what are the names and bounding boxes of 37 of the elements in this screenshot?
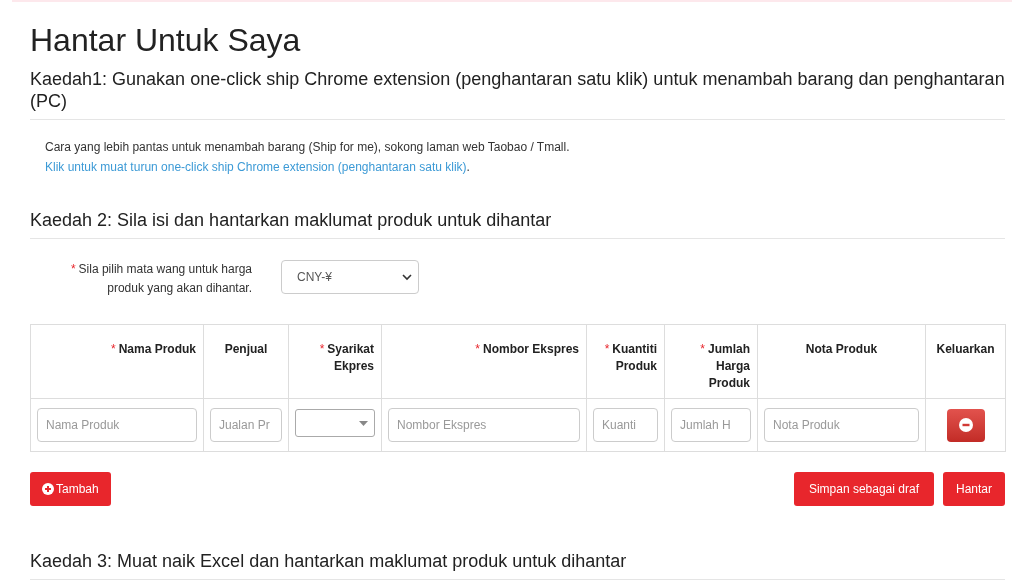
description-text: Cara yang lebih pantas untuk menambah barang (Ship for me), sokong laman web Taobao / Tmall. Klik untuk muat turun one-click ship Chrome extension (penghantaran satu klik). <box>30 137 1005 177</box>
column-header: Keluarkan <box>936 342 995 356</box>
required-mark: * <box>319 342 325 356</box>
text-field[interactable]: Kuanti <box>593 408 658 442</box>
section-heading: Kaedah 3: Muat naik Excel dan hantarkan maklumat produk untuk dihantar <box>30 550 1005 580</box>
column-header: Jumlah Harga Produk <box>708 342 750 390</box>
currency-select[interactable]: CNY-¥ <box>281 260 419 294</box>
dropdown-arrow-icon <box>359 420 368 426</box>
required-mark: * <box>700 342 705 356</box>
currency-label: * Sila pilih mata wang untuk harga produk yang akan dihantar. <box>69 261 252 297</box>
required-mark: * <box>70 262 76 276</box>
column-header: Nota Produk <box>805 342 878 356</box>
select-field[interactable] <box>295 409 375 437</box>
column-header: Penjual <box>224 342 268 356</box>
text-field[interactable]: Nama Produk <box>37 408 197 442</box>
page-title: Hantar Untuk Saya <box>30 21 302 60</box>
section-heading: Kaedah1: Gunakan one-click ship Chrome extension (penghantaran satu klik) untuk menambah barang dan penghantaran (PC) <box>30 68 1005 120</box>
save-draft-button[interactable]: Simpan sebagai draf <box>793 472 934 506</box>
submit-button[interactable]: Hantar <box>942 472 1005 506</box>
column-header: Nombor Ekspres <box>482 342 579 356</box>
required-mark: * <box>604 342 610 356</box>
text-field[interactable]: Jumlah H <box>671 408 751 442</box>
text-field[interactable]: Nombor Ekspres <box>388 408 580 442</box>
text-field[interactable]: Jualan Pr <box>210 408 282 442</box>
download-link[interactable]: Klik untuk muat turun one-click ship Chrome extension (penghantaran satu klik) <box>45 157 467 177</box>
column-header: Nama Produk <box>118 342 196 356</box>
required-mark: * <box>110 342 116 356</box>
column-header: Syarikat Ekpres <box>327 342 374 373</box>
plus-circle-icon <box>42 483 54 495</box>
required-mark: * <box>475 342 480 356</box>
minus-circle-icon <box>958 418 973 432</box>
column-header: Kuantiti Produk <box>612 342 657 373</box>
add-button[interactable]: Tambah <box>30 472 111 506</box>
chevron-down-icon <box>402 273 412 281</box>
text-field[interactable]: Nota Produk <box>764 408 919 442</box>
remove-button[interactable] <box>946 408 985 442</box>
section-heading: Kaedah 2: Sila isi dan hantarkan maklumat produk untuk dihantar <box>30 209 1005 239</box>
